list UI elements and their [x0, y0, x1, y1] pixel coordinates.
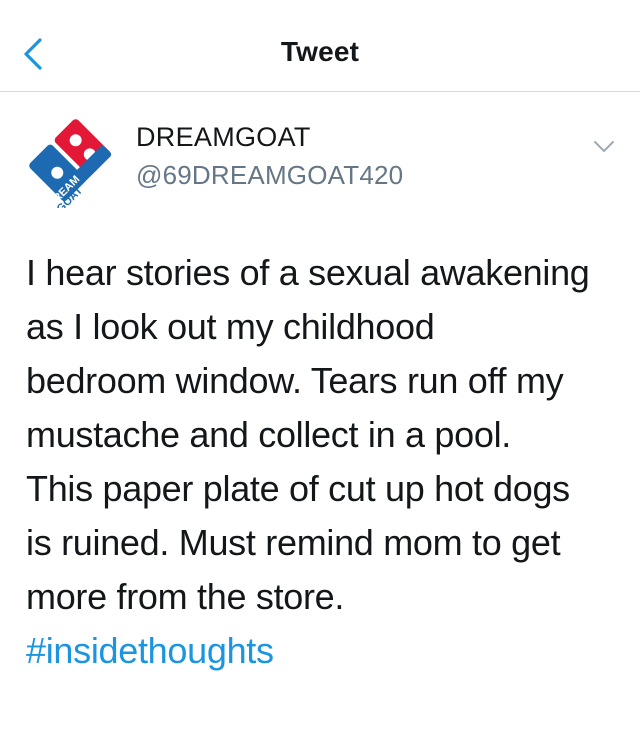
tweet-line: is ruined. Must remind mom to get	[26, 522, 561, 563]
chevron-down-icon	[594, 141, 614, 152]
hashtag-link[interactable]: #insidethoughts	[26, 624, 274, 678]
dreamgoat-logo: DREAM GOAT	[22, 112, 118, 215]
author-display-name[interactable]: DREAMGOAT	[136, 122, 311, 153]
tweet-author: DREAM GOAT DREAMGOAT @69DREAMGOAT420	[0, 92, 640, 222]
tweet-menu-button[interactable]	[590, 136, 618, 156]
top-bar: Tweet	[0, 0, 640, 92]
tweet-line: This paper plate of cut up hot dogs	[26, 468, 570, 509]
tweet-line: bedroom window. Tears run off my	[26, 360, 564, 401]
tweet-line: I hear stories of a sexual awakening	[26, 252, 590, 293]
author-handle[interactable]: @69DREAMGOAT420	[136, 160, 403, 191]
tweet-line: as I look out my childhood	[26, 306, 435, 347]
tweet-line: mustache and collect in a pool.	[26, 414, 511, 455]
page-title: Tweet	[280, 36, 360, 67]
avatar[interactable]: DREAM GOAT	[22, 112, 118, 215]
tweet-text: I hear stories of a sexual awakening as …	[26, 246, 626, 678]
tweet-line: more from the store.	[26, 576, 345, 617]
tweet-detail-screen: Tweet DREAM GOAT DREAMGOAT @69DREAMGOAT4…	[0, 0, 640, 750]
